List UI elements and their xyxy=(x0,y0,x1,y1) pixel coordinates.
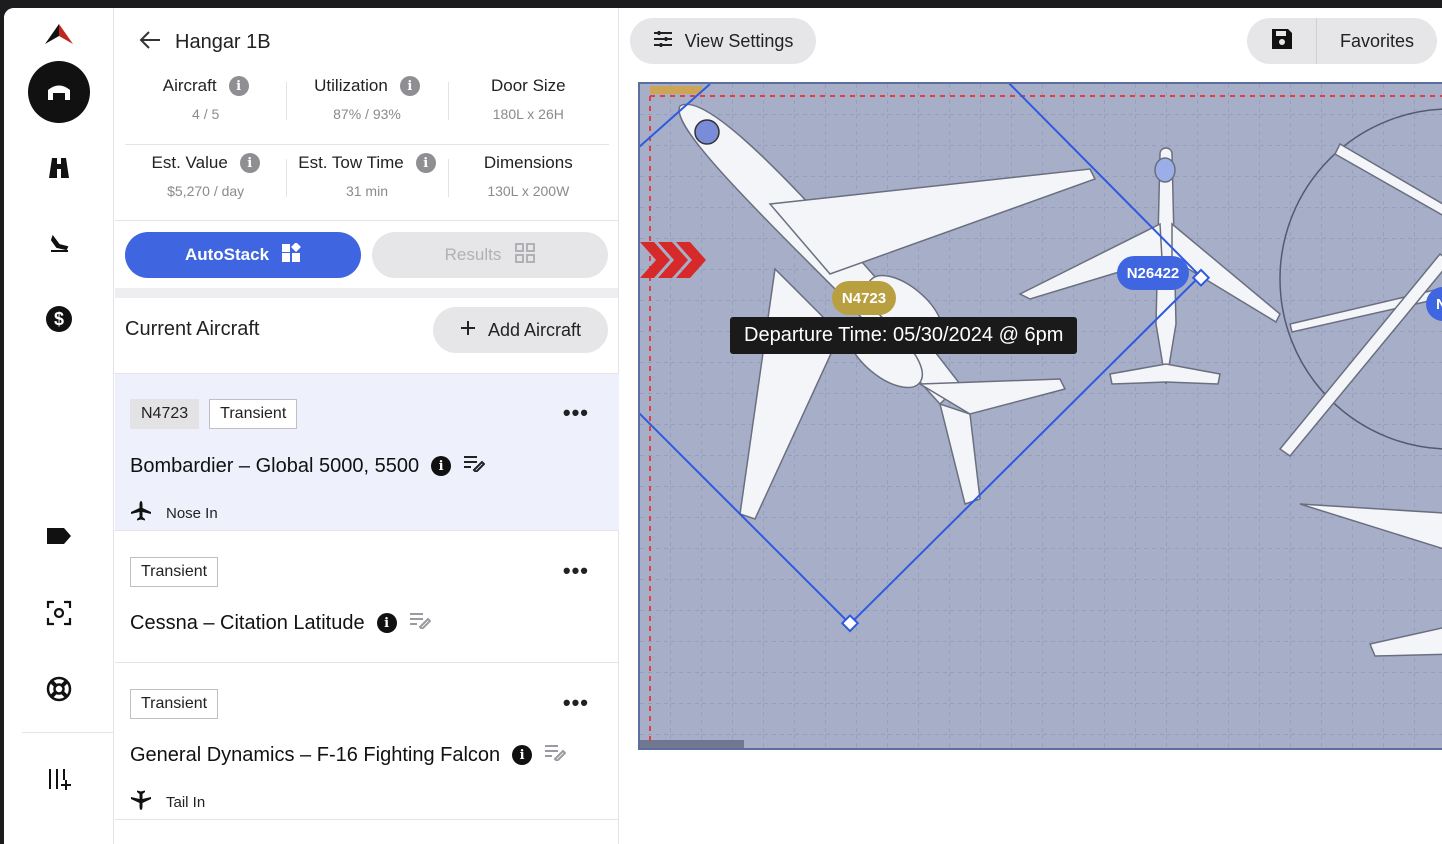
orientation-text: Tail In xyxy=(166,793,206,811)
info-icon[interactable]: i xyxy=(376,613,397,633)
add-aircraft-button[interactable]: Add Aircraft xyxy=(433,307,608,353)
view-settings-label: View Settings xyxy=(684,30,794,51)
aircraft-name: Cessna – Citation Latitude i xyxy=(130,611,432,635)
aircraft-label-n26422[interactable]: N26422 xyxy=(1117,256,1189,290)
stat-value: 130L x 200W xyxy=(487,183,570,199)
stat-label: Aircraft xyxy=(162,76,217,95)
current-aircraft-title: Current Aircraft xyxy=(125,318,260,340)
hangar-floor-canvas xyxy=(640,84,1442,748)
stat-aircraft: Aircraft i 4 / 5 xyxy=(125,76,286,136)
info-icon[interactable]: i xyxy=(399,76,420,96)
registration-tag: N4723 xyxy=(130,399,200,429)
save-icon xyxy=(1271,28,1293,55)
plane-tail-in-icon xyxy=(130,789,152,815)
tag-icon[interactable] xyxy=(44,524,74,548)
more-options-icon[interactable]: ••• xyxy=(563,558,589,584)
back-arrow-icon[interactable] xyxy=(139,30,161,55)
stat-label: Door Size xyxy=(491,76,566,95)
edit-notes-icon[interactable] xyxy=(409,611,432,635)
aircraft-name: Bombardier – Global 5000, 5500 i xyxy=(130,454,486,478)
aircraft-tags: N4723 Transient xyxy=(130,399,298,429)
hangar-stats: Aircraft i 4 / 5 Utilization i 87% / 93% D… xyxy=(125,76,609,214)
aircraft-name-text: General Dynamics – F-16 Fighting Falcon xyxy=(130,743,501,766)
stat-est-value: Est. Value i $5,270 / day xyxy=(125,153,286,214)
results-label: Results xyxy=(444,245,502,264)
plus-icon xyxy=(460,320,476,341)
orientation-text: Nose In xyxy=(166,504,218,522)
app-window: $ Hangar 1B Aircraft i 4 / 5 Utilization… xyxy=(4,8,1442,844)
page-title: Hangar 1B xyxy=(175,31,271,53)
stat-label: Utilization xyxy=(314,76,388,95)
edit-notes-icon[interactable] xyxy=(463,454,486,478)
stat-dimensions: Dimensions 130L x 200W xyxy=(447,153,609,214)
edit-notes-icon[interactable] xyxy=(544,743,567,767)
autostack-label: AutoStack xyxy=(184,245,270,264)
orientation: Nose In xyxy=(130,500,218,526)
icon-rail: $ xyxy=(4,8,114,844)
view-settings-button[interactable]: View Settings xyxy=(630,18,816,64)
info-icon[interactable]: i xyxy=(228,76,249,96)
autostack-button[interactable]: AutoStack xyxy=(125,232,361,278)
stat-value: 180L x 26H xyxy=(492,106,564,122)
favorites-group: Favorites xyxy=(1247,18,1437,64)
plane-landing-icon[interactable] xyxy=(44,228,74,258)
autostack-icon xyxy=(281,241,301,268)
hangar-floor[interactable]: Departure Time: 05/30/2024 @ 6pm N4723 N… xyxy=(638,82,1442,750)
scan-icon[interactable] xyxy=(44,598,74,628)
stat-label: Est. Value xyxy=(151,153,228,172)
status-tag: Transient xyxy=(130,557,219,587)
stat-value: 4 / 5 xyxy=(192,106,220,122)
save-button[interactable] xyxy=(1247,18,1317,64)
more-options-icon[interactable]: ••• xyxy=(563,400,589,426)
adjustments-icon[interactable] xyxy=(44,764,74,794)
stat-door-size: Door Size 180L x 26H xyxy=(447,76,609,136)
binoculars-icon[interactable] xyxy=(44,152,74,182)
sliders-icon xyxy=(653,30,673,53)
divider xyxy=(115,220,618,221)
stat-value: 31 min xyxy=(345,183,388,199)
departure-tooltip: Departure Time: 05/30/2024 @ 6pm xyxy=(730,317,1078,354)
aircraft-label-n4723[interactable]: N4723 xyxy=(832,281,896,315)
more-options-icon[interactable]: ••• xyxy=(563,690,589,716)
add-aircraft-label: Add Aircraft xyxy=(487,319,582,340)
svg-text:$: $ xyxy=(53,309,63,329)
stat-utilization: Utilization i 87% / 93% xyxy=(286,76,447,136)
status-tag: Transient xyxy=(209,399,298,429)
info-icon[interactable]: i xyxy=(415,153,436,173)
status-tag: Transient xyxy=(130,689,219,719)
aircraft-name: General Dynamics – F-16 Fighting Falcon … xyxy=(130,743,567,767)
section-spacer xyxy=(115,288,618,298)
aircraft-card[interactable]: Transient ••• General Dynamics – F-16 Fi… xyxy=(115,663,619,820)
stat-value: 87% / 93% xyxy=(333,106,401,122)
logo-icon[interactable] xyxy=(42,22,76,46)
aircraft-card[interactable]: N4723 Transient ••• Bombardier – Global … xyxy=(115,374,619,531)
hangar-icon[interactable] xyxy=(27,61,90,123)
aircraft-tags: Transient xyxy=(130,689,219,719)
stat-value: $5,270 / day xyxy=(167,183,245,199)
info-icon[interactable]: i xyxy=(431,456,452,476)
aircraft-tags: Transient xyxy=(130,557,219,587)
rail-divider xyxy=(22,732,113,733)
aircraft-card[interactable]: Transient ••• Cessna – Citation Latitude… xyxy=(115,531,619,663)
aircraft-name-text: Cessna – Citation Latitude xyxy=(130,611,365,634)
dollar-icon[interactable]: $ xyxy=(44,304,74,334)
results-button[interactable]: Results xyxy=(372,232,608,278)
aircraft-name-text: Bombardier – Global 5000, 5500 xyxy=(130,454,420,477)
hangar-detail-panel: Hangar 1B Aircraft i 4 / 5 Utilization i 8… xyxy=(115,8,619,844)
plane-nose-in-icon xyxy=(130,500,152,526)
stat-est-tow-time: Est. Tow Time i 31 min xyxy=(286,153,447,214)
support-icon[interactable] xyxy=(44,674,74,704)
favorites-button[interactable]: Favorites xyxy=(1317,31,1437,52)
panel-header: Hangar 1B xyxy=(139,30,271,55)
stat-label: Dimensions xyxy=(483,153,573,172)
orientation: Tail In xyxy=(130,789,205,815)
info-icon[interactable]: i xyxy=(512,745,533,765)
stat-label: Est. Tow Time xyxy=(298,153,404,172)
info-icon[interactable]: i xyxy=(239,153,260,173)
hangar-layout-view: View Settings Favorites Departure Time: … xyxy=(620,8,1442,844)
grid-icon xyxy=(515,242,536,268)
